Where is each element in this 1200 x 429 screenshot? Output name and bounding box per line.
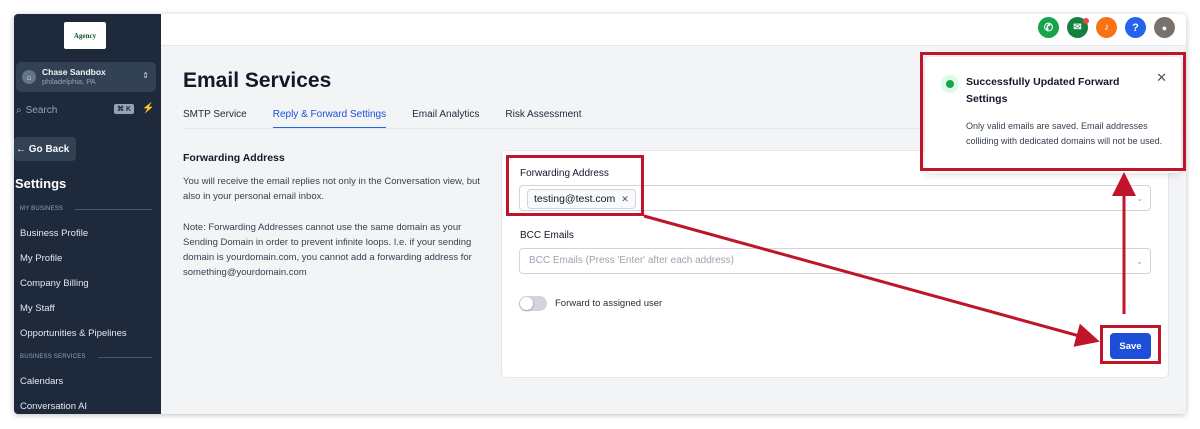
- arrow-to-save: [643, 214, 1100, 347]
- annotation-arrows: [643, 172, 1136, 347]
